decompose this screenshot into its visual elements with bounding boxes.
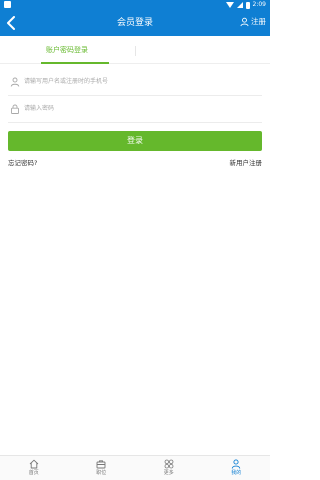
person-icon <box>232 459 241 469</box>
nav-label-home: 首页 <box>28 470 39 476</box>
nav-label-mine: 我的 <box>231 470 242 476</box>
login-button[interactable]: 登录 <box>8 131 262 151</box>
new-user-register-link[interactable]: 新用户注册 <box>230 157 263 167</box>
bottom-nav: 首页 职位 更多 我的 <box>0 455 270 480</box>
briefcase-icon <box>96 460 106 469</box>
register-label: 注册 <box>251 17 266 26</box>
forgot-password-link[interactable]: 忘记密码? <box>8 157 37 167</box>
nav-item-jobs[interactable]: 职位 <box>68 456 136 480</box>
user-icon <box>10 77 20 87</box>
user-icon <box>240 17 249 27</box>
password-input[interactable] <box>24 101 244 116</box>
tab-divider <box>135 46 136 56</box>
nav-item-more[interactable]: 更多 <box>135 456 203 480</box>
notification-icon <box>4 1 11 8</box>
username-input[interactable] <box>24 74 244 89</box>
page-title: 会员登录 <box>116 18 153 28</box>
status-icons: 2:09 <box>225 1 266 9</box>
status-bar: 2:09 <box>0 0 270 10</box>
battery-icon <box>245 1 250 9</box>
login-tabs: 账户密码登录 <box>0 36 270 64</box>
password-field <box>8 95 262 123</box>
status-time: 2:09 <box>252 1 266 8</box>
username-field <box>8 68 262 96</box>
signal-icon <box>236 2 243 8</box>
nav-label-jobs: 职位 <box>96 470 107 476</box>
lock-icon <box>11 104 19 114</box>
nav-label-more: 更多 <box>163 470 174 476</box>
nav-item-mine[interactable]: 我的 <box>203 456 271 480</box>
grid-icon <box>164 459 174 469</box>
app-bar: 会员登录 注册 <box>0 10 270 36</box>
nav-item-home[interactable]: 首页 <box>0 456 68 480</box>
wifi-icon <box>225 2 234 8</box>
register-button[interactable]: 注册 <box>240 16 266 28</box>
tab-indicator <box>41 62 109 64</box>
home-icon <box>29 459 39 469</box>
tab-password-login[interactable]: 账户密码登录 <box>46 45 88 55</box>
